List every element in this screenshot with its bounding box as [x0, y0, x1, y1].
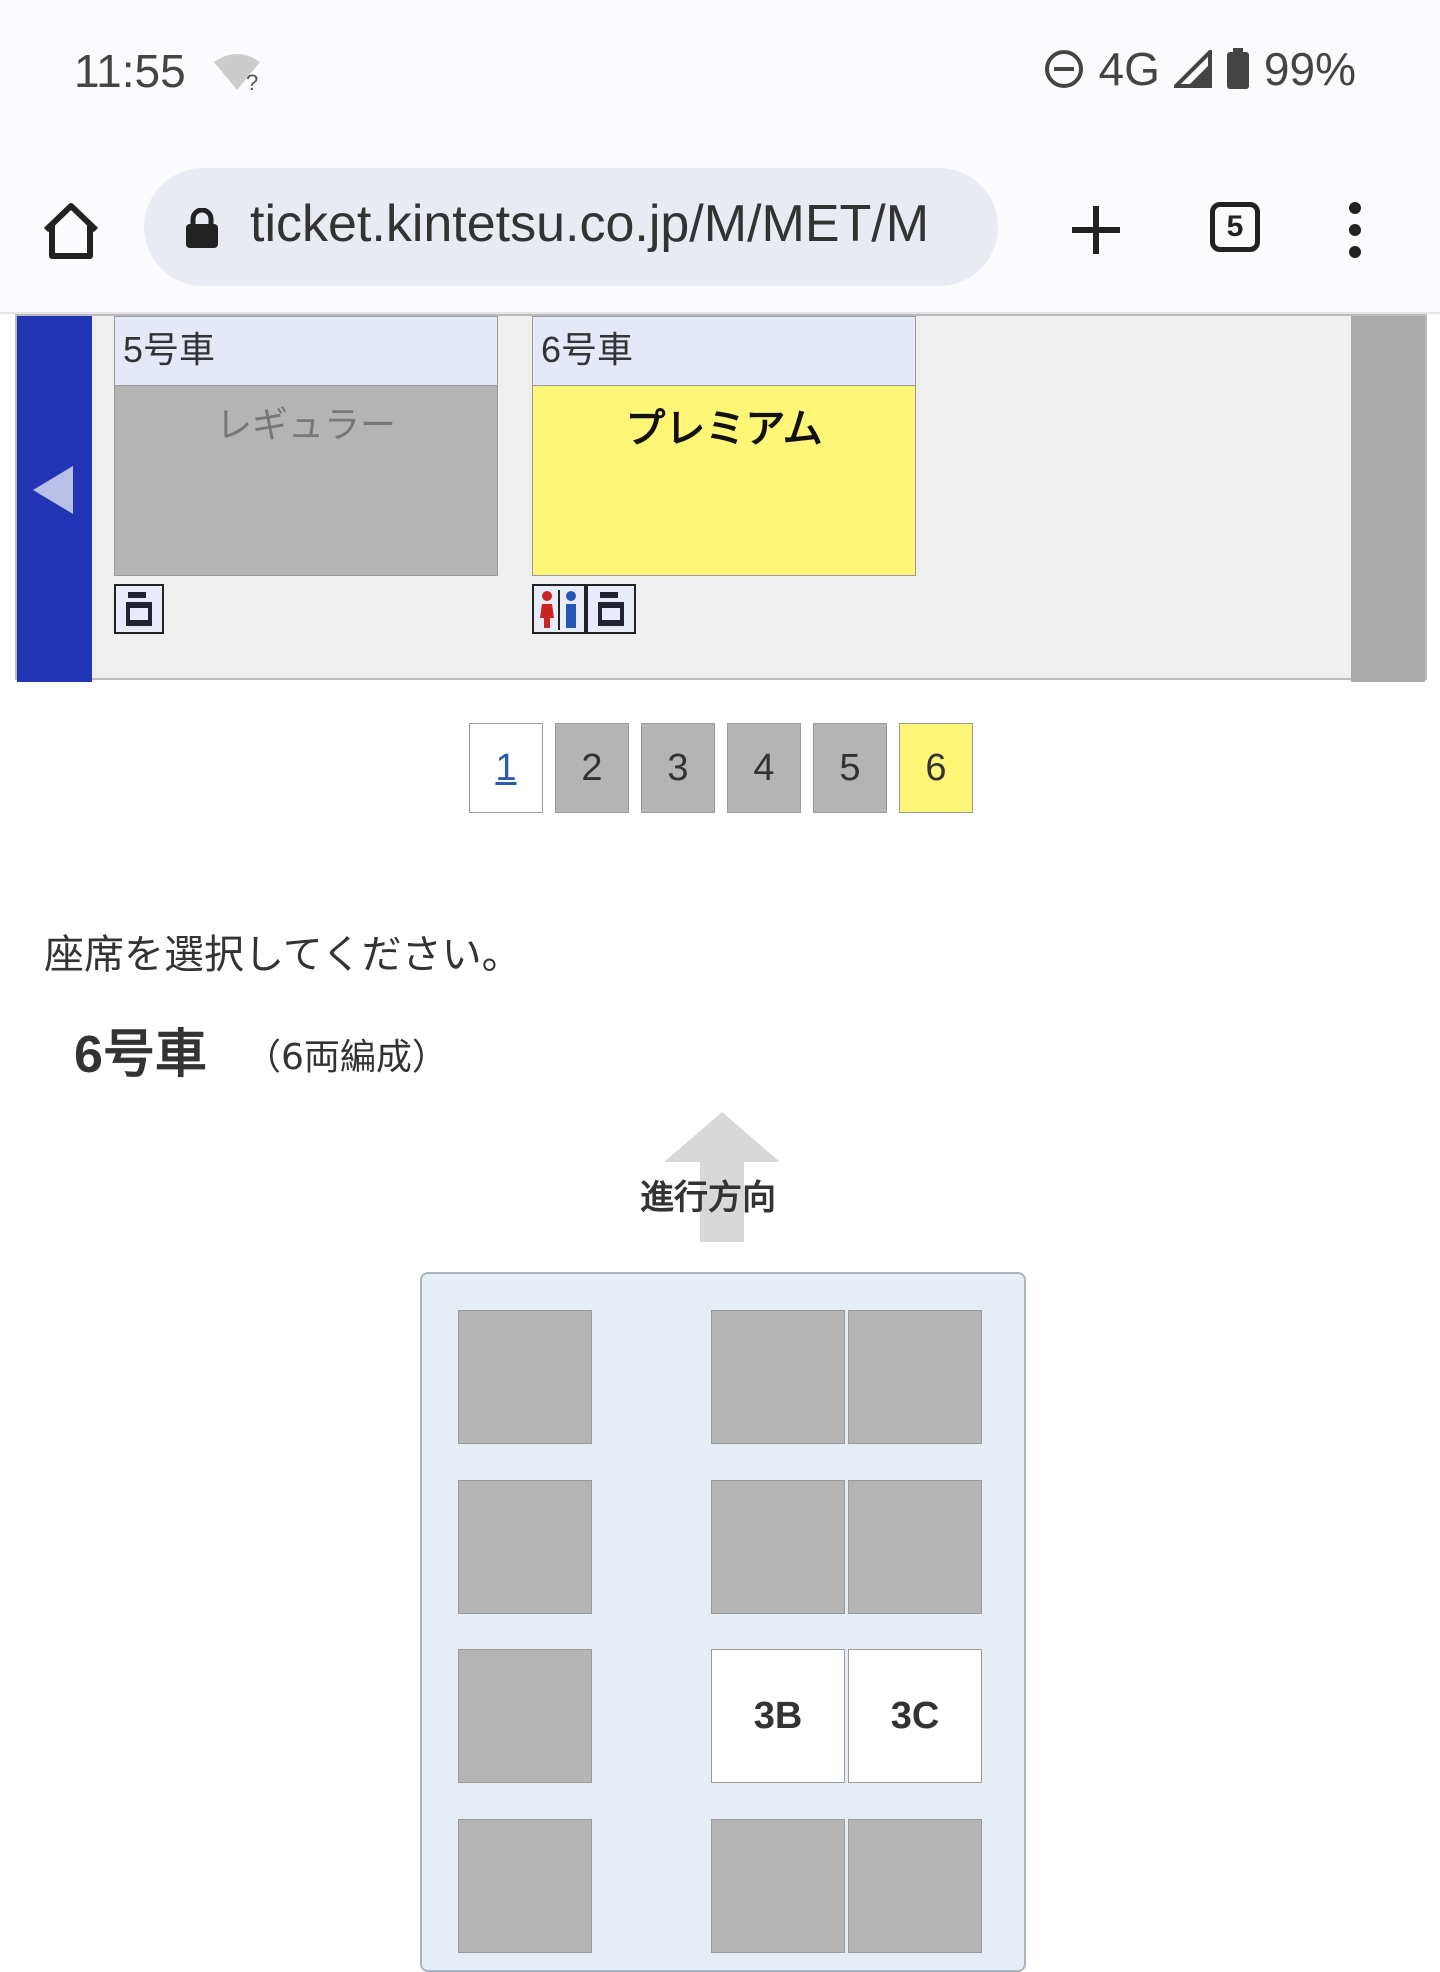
url-text[interactable]: ticket.kintetsu.co.jp/M/MET/M: [250, 194, 970, 254]
browser-toolbar: ticket.kintetsu.co.jp/M/MET/M 5: [0, 150, 1440, 314]
car-subtitle: （6両編成）: [245, 1037, 448, 1078]
car-class: プレミアム: [532, 386, 916, 576]
battery-icon: [1226, 48, 1249, 89]
status-time: 11:55: [74, 45, 186, 97]
instruction-text: 座席を選択してください。: [44, 932, 522, 978]
page-4-button[interactable]: 4: [727, 723, 801, 813]
car-title: 6号車: [74, 1026, 207, 1084]
page-2-button[interactable]: 2: [555, 723, 629, 813]
car-selector: 5号車 レギュラー 6号車 プレミアム: [15, 314, 1427, 682]
lock-icon: [186, 208, 218, 248]
page-1-link[interactable]: 1: [469, 723, 543, 813]
left-arrow-icon: [33, 466, 73, 514]
seat-3c[interactable]: 3C: [848, 1649, 982, 1783]
scroll-left-button[interactable]: [17, 316, 92, 682]
seat-unavailable: [458, 1819, 592, 1953]
signal-icon: [1173, 50, 1212, 88]
home-icon[interactable]: [40, 200, 102, 262]
plus-icon[interactable]: [1066, 200, 1126, 260]
page-5-button[interactable]: 5: [813, 723, 887, 813]
seat-3b[interactable]: 3B: [711, 1649, 845, 1783]
seat-unavailable: [458, 1649, 592, 1783]
seat-unavailable: [848, 1310, 982, 1444]
seat-unavailable: [458, 1480, 592, 1614]
restroom-icon: [532, 584, 586, 634]
car-label: 5号車: [114, 316, 498, 386]
seat-unavailable: [711, 1480, 845, 1614]
car-5[interactable]: 5号車 レギュラー: [114, 316, 498, 634]
luggage-icon: [586, 584, 636, 634]
wifi-unknown-icon: ?: [214, 54, 260, 94]
luggage-icon: [114, 584, 164, 634]
car-label: 6号車: [532, 316, 916, 386]
car-6[interactable]: 6号車 プレミアム: [532, 316, 916, 634]
battery-level: 99%: [1263, 43, 1356, 95]
page-3-button[interactable]: 3: [641, 723, 715, 813]
seat-unavailable: [848, 1819, 982, 1953]
do-not-disturb-icon: [1044, 50, 1083, 88]
tabs-icon[interactable]: 5: [1210, 202, 1260, 252]
car-pagination: 1 2 3 4 5 6: [469, 723, 973, 813]
direction-label: 進行方向: [640, 1178, 776, 1218]
seat-unavailable: [711, 1819, 845, 1953]
seat-unavailable: [711, 1310, 845, 1444]
seat-map: 3B 3C: [420, 1272, 1026, 1972]
seat-unavailable: [458, 1310, 592, 1444]
url-bar[interactable]: ticket.kintetsu.co.jp/M/MET/M: [144, 168, 998, 286]
network-type: 4G: [1098, 43, 1160, 95]
scroll-right-button[interactable]: [1351, 316, 1425, 682]
menu-icon[interactable]: [1340, 200, 1370, 260]
car-class: レギュラー: [114, 386, 498, 576]
svg-text:?: ?: [246, 70, 258, 94]
page-6-button[interactable]: 6: [899, 723, 973, 813]
seat-unavailable: [848, 1480, 982, 1614]
status-bar: 11:55 ? 4G 99%: [0, 0, 1440, 150]
